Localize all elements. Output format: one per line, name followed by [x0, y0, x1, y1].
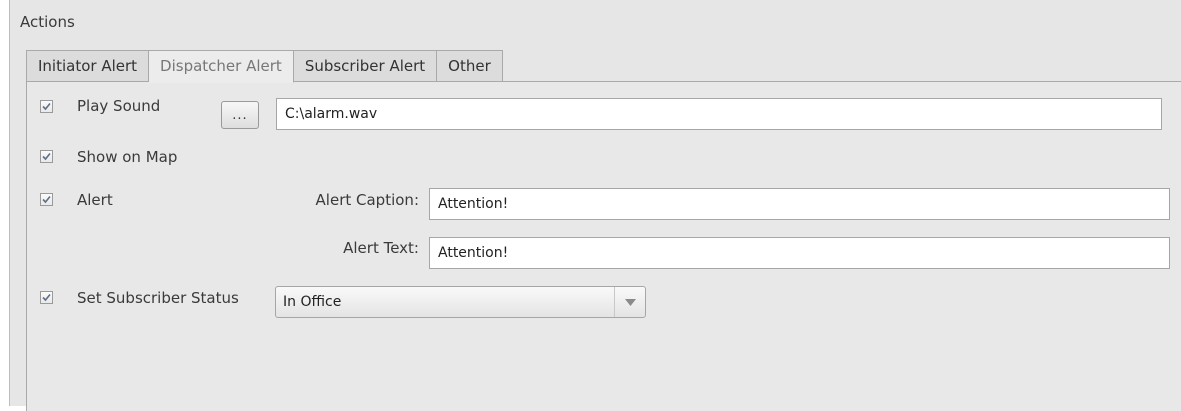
check-icon: [42, 102, 51, 111]
sound-path-input[interactable]: [276, 98, 1162, 130]
play-sound-checkbox[interactable]: [40, 100, 53, 113]
tab-dispatcher-alert[interactable]: Dispatcher Alert: [149, 50, 294, 83]
check-icon: [42, 152, 51, 161]
alert-caption-label: Alert Caption:: [315, 191, 419, 209]
alert-text-label: Alert Text:: [343, 239, 419, 257]
show-on-map-label: Show on Map: [77, 148, 178, 166]
group-title: Actions: [20, 13, 75, 31]
browse-sound-button[interactable]: ...: [221, 101, 259, 129]
tab-other[interactable]: Other: [437, 50, 503, 82]
tab-content: Play Sound ... Show on Map Alert Alert C…: [26, 81, 1181, 411]
tab-subscriber-alert[interactable]: Subscriber Alert: [293, 50, 438, 82]
show-on-map-checkbox[interactable]: [40, 150, 53, 163]
subscriber-status-checkbox[interactable]: [40, 291, 53, 304]
subscriber-status-value: In Office: [283, 294, 342, 310]
alert-caption-input[interactable]: [429, 188, 1170, 220]
tab-initiator-alert[interactable]: Initiator Alert: [26, 50, 150, 82]
check-icon: [42, 195, 51, 204]
subscriber-status-label: Set Subscriber Status: [77, 289, 239, 307]
actions-panel: Actions Initiator Alert Dispatcher Alert…: [9, 0, 1181, 411]
check-icon: [42, 293, 51, 302]
alert-checkbox[interactable]: [40, 193, 53, 206]
play-sound-label: Play Sound: [77, 97, 161, 115]
alert-text-input[interactable]: [429, 237, 1170, 269]
alert-label: Alert: [77, 191, 113, 209]
chevron-down-icon[interactable]: [614, 287, 645, 317]
tab-strip: Initiator Alert Dispatcher Alert Subscri…: [26, 50, 503, 83]
subscriber-status-dropdown[interactable]: In Office: [275, 286, 646, 318]
